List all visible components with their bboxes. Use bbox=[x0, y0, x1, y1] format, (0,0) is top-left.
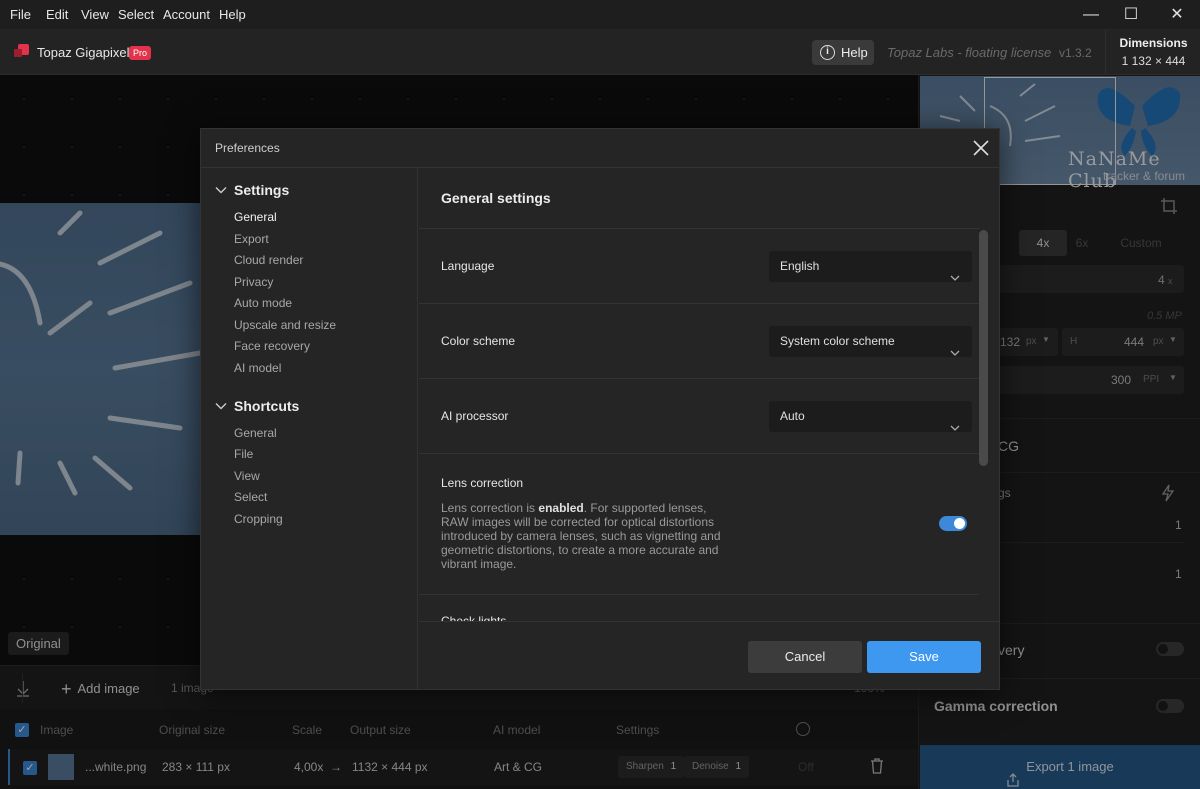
menu-select[interactable]: Select bbox=[118, 7, 154, 22]
sidebar-item-shortcuts-file[interactable]: File bbox=[234, 447, 253, 461]
ai-processor-select[interactable]: Auto bbox=[769, 401, 972, 432]
cancel-button[interactable]: Cancel bbox=[748, 641, 862, 673]
help-label: Help bbox=[841, 45, 868, 60]
color-scheme-value: System color scheme bbox=[780, 334, 895, 348]
close-window-button[interactable]: ✕ bbox=[1154, 0, 1200, 30]
language-label: Language bbox=[441, 259, 495, 273]
sidebar-section-settings[interactable]: Settings bbox=[234, 182, 289, 198]
lens-correction-toggle[interactable] bbox=[939, 516, 967, 531]
ai-processor-value: Auto bbox=[780, 409, 805, 423]
dimensions-value: 1 132 × 444 bbox=[1121, 54, 1186, 68]
chevron-down-icon bbox=[950, 413, 960, 431]
close-icon[interactable] bbox=[970, 137, 992, 159]
lens-correction-label: Lens correction bbox=[441, 476, 524, 490]
sidebar-item-cloud-render[interactable]: Cloud render bbox=[234, 253, 303, 267]
dialog-title: Preferences bbox=[215, 141, 280, 155]
ai-processor-label: AI processor bbox=[441, 409, 509, 423]
menu-view[interactable]: View bbox=[81, 7, 109, 22]
app-name: Topaz Gigapixel™ bbox=[37, 45, 137, 60]
dialog-header bbox=[200, 128, 1000, 168]
sidebar-item-ai-model[interactable]: AI model bbox=[234, 361, 281, 375]
color-scheme-label: Color scheme bbox=[441, 334, 516, 348]
language-value: English bbox=[780, 259, 820, 273]
sidebar-section-shortcuts[interactable]: Shortcuts bbox=[234, 398, 299, 414]
divider bbox=[419, 303, 979, 304]
save-button[interactable]: Save bbox=[867, 641, 981, 673]
scrollbar-thumb[interactable] bbox=[979, 230, 988, 466]
sidebar-item-auto-mode[interactable]: Auto mode bbox=[234, 296, 292, 310]
divider bbox=[419, 378, 979, 379]
language-select[interactable]: English bbox=[769, 251, 972, 282]
content-title: General settings bbox=[441, 190, 551, 206]
topaz-logo-icon bbox=[14, 44, 30, 60]
menu-account[interactable]: Account bbox=[163, 7, 210, 22]
sidebar-item-shortcuts-view[interactable]: View bbox=[234, 469, 260, 483]
maximize-button[interactable]: ☐ bbox=[1108, 0, 1154, 30]
info-icon: i bbox=[820, 45, 835, 60]
chevron-down-icon bbox=[950, 338, 960, 356]
color-scheme-select[interactable]: System color scheme bbox=[769, 326, 972, 357]
divider bbox=[419, 594, 979, 595]
sidebar-item-shortcuts-general[interactable]: General bbox=[234, 426, 277, 440]
pro-badge: Pro bbox=[129, 46, 152, 60]
menu-edit[interactable]: Edit bbox=[46, 7, 68, 22]
divider bbox=[419, 453, 979, 454]
next-setting-label: Check lights bbox=[441, 614, 507, 621]
license-text: Topaz Labs - floating license bbox=[887, 45, 1052, 60]
lens-desc-bold: enabled bbox=[538, 501, 584, 515]
menu-file[interactable]: File bbox=[10, 7, 31, 22]
divider bbox=[419, 228, 979, 229]
sidebar-item-shortcuts-select[interactable]: Select bbox=[234, 490, 267, 504]
dimensions-box: Dimensions 1 132 × 444 bbox=[1105, 30, 1200, 75]
sidebar-item-upscale-resize[interactable]: Upscale and resize bbox=[234, 318, 336, 332]
menu-bar: File Edit View Select Account Help — ☐ ✕ bbox=[0, 0, 1200, 30]
sidebar-item-export[interactable]: Export bbox=[234, 232, 269, 246]
app-name-text: Topaz Gigapixel bbox=[37, 45, 130, 60]
chevron-down-icon[interactable] bbox=[215, 184, 227, 196]
dimensions-label: Dimensions bbox=[1119, 36, 1188, 50]
version-text: v1.3.2 bbox=[1059, 46, 1092, 60]
menu-help[interactable]: Help bbox=[219, 7, 246, 22]
sidebar-item-shortcuts-cropping[interactable]: Cropping bbox=[234, 512, 283, 526]
chevron-down-icon bbox=[950, 263, 960, 281]
lens-correction-description: Lens correction is enabled. For supporte… bbox=[441, 501, 731, 571]
sidebar-item-privacy[interactable]: Privacy bbox=[234, 275, 273, 289]
help-button[interactable]: i Help bbox=[812, 40, 874, 65]
sidebar-item-face-recovery[interactable]: Face recovery bbox=[234, 339, 310, 353]
chevron-down-icon[interactable] bbox=[215, 400, 227, 412]
lens-desc-prefix: Lens correction is bbox=[441, 501, 539, 515]
sidebar-item-general[interactable]: General bbox=[234, 210, 277, 224]
